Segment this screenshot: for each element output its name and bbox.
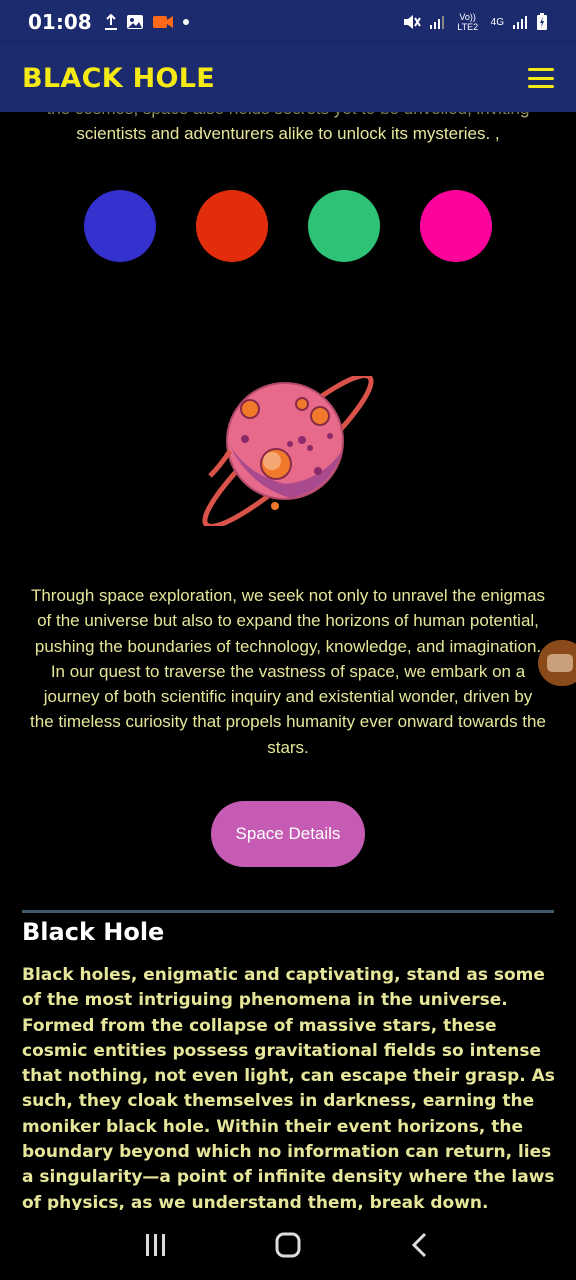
space-details-button[interactable]: Space Details [211,801,365,867]
floating-video-handle[interactable] [538,640,576,686]
network-label-4g: 4G [490,16,504,28]
home-button[interactable] [258,1220,318,1270]
system-nav-bar [0,1210,576,1280]
mute-icon [403,15,421,29]
signal-icon-2 [513,16,527,29]
app-bar: BLACK HOLE [0,44,576,112]
status-bar: 01:08 Vo)) LTE2 4G [0,0,576,44]
video-camera-icon [152,16,173,28]
app-title: BLACK HOLE [22,62,216,94]
status-system-icons: Vo)) LTE2 4G [403,12,548,32]
section-divider [22,910,554,913]
body-paragraph: Through space exploration, we seek not o… [30,586,546,757]
video-handle-icon [547,654,573,672]
home-icon [275,1232,301,1258]
color-swatch-red[interactable] [196,190,268,262]
planet-illustration [202,376,374,526]
back-icon [411,1232,427,1258]
back-button[interactable] [390,1220,450,1270]
intro-line: scientists and adventurers alike to unlo… [76,124,500,143]
recent-apps-button[interactable] [126,1220,186,1270]
status-time: 01:08 [28,10,92,34]
section-paragraph: Black holes, enigmatic and captivating, … [22,965,555,1213]
color-swatch-row [84,190,492,262]
recent-apps-icon [146,1234,165,1256]
color-swatch-pink[interactable] [420,190,492,262]
upload-icon [104,14,117,30]
color-swatch-blue[interactable] [84,190,156,262]
status-notification-icons [104,14,190,30]
hamburger-menu-icon[interactable] [528,68,554,88]
color-swatch-green[interactable] [308,190,380,262]
signal-icon [429,16,444,29]
section-title: Black Hole [22,918,165,946]
gallery-icon [126,15,143,29]
battery-icon [537,13,547,30]
dot-icon [182,19,189,25]
network-label: Vo)) LTE2 [457,12,479,32]
